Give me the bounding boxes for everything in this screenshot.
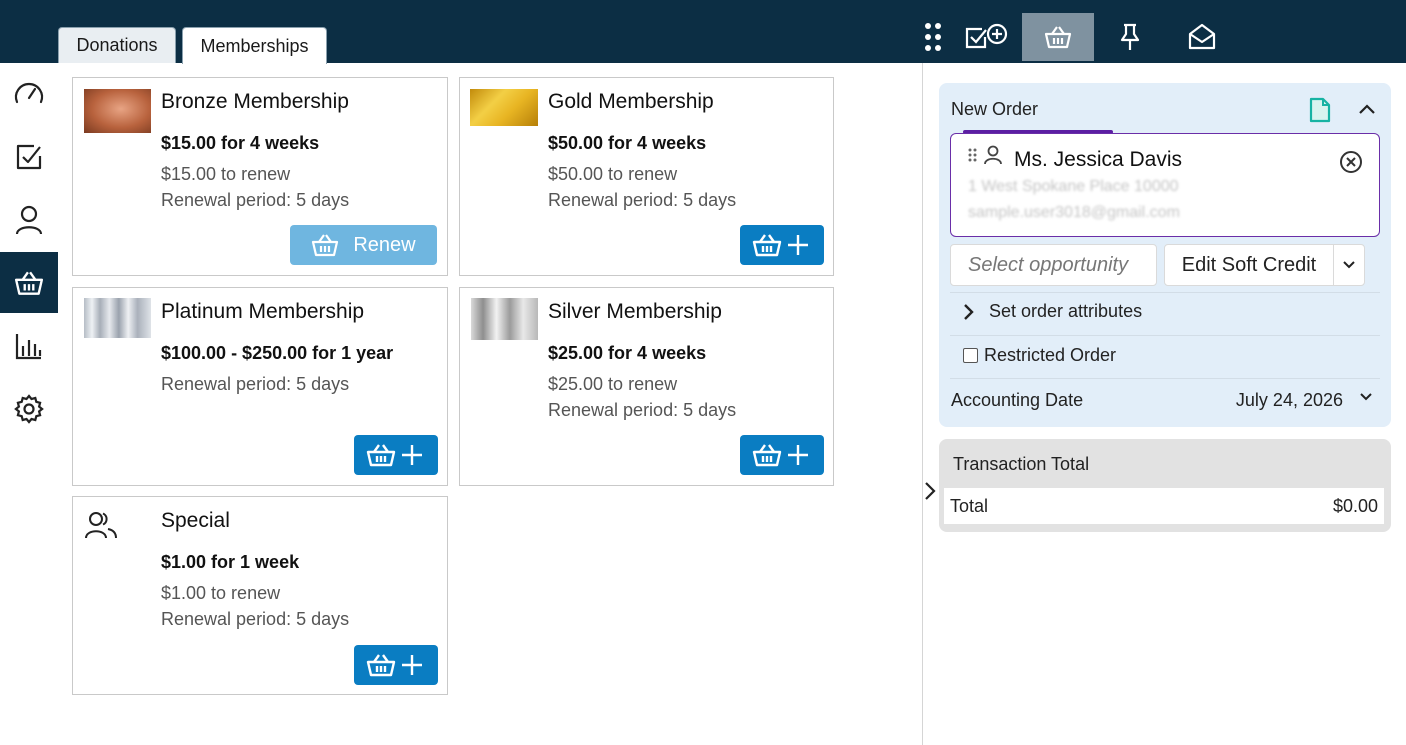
tab-donations[interactable]: Donations: [58, 27, 176, 63]
membership-card-special: Special $1.00 for 1 week $1.00 to renew …: [72, 496, 448, 695]
order-panel: New Order Ms. Jessica Davis 1 West Spoka…: [939, 83, 1391, 427]
accounting-date-label: Accounting Date: [951, 390, 1084, 410]
membership-card-platinum: Platinum Membership $100.00 - $250.00 fo…: [72, 287, 448, 486]
silver-thumbnail: [471, 298, 538, 340]
basket-plus-icon: [752, 234, 808, 257]
transaction-total-panel: Transaction Total Total $0.00: [939, 439, 1391, 532]
add-to-basket-button[interactable]: [354, 645, 438, 685]
separator: [950, 335, 1380, 336]
checkbox-icon: [16, 144, 42, 169]
people-group-icon: [85, 512, 117, 539]
membership-renewal-period: Renewal period: 5 days: [161, 609, 350, 629]
membership-name: Gold Membership: [548, 90, 714, 113]
add-to-basket-button[interactable]: [740, 225, 824, 265]
accounting-date-value[interactable]: July 24, 2026: [1236, 390, 1343, 411]
membership-renew-price: $25.00 to renew: [548, 374, 678, 394]
total-value: $0.00: [1332, 495, 1378, 516]
sidebar: [0, 63, 58, 441]
contact-address: 1 West Spokane Place 10000: [968, 178, 1179, 195]
total-row: Total $0.00: [944, 488, 1384, 524]
membership-renew-price: $1.00 to renew: [161, 583, 281, 603]
membership-renewal-period: Renewal period: 5 days: [161, 190, 350, 210]
separator: [950, 378, 1380, 379]
membership-card-bronze: Bronze Membership $15.00 for 4 weeks $15…: [72, 77, 448, 276]
bar-chart-icon: [15, 333, 42, 359]
membership-renew-price: $15.00 to renew: [161, 164, 291, 184]
separator: [950, 292, 1380, 293]
membership-card-silver: Silver Membership $25.00 for 4 weeks $25…: [459, 287, 834, 486]
add-to-basket-button[interactable]: [740, 435, 824, 475]
collapse-panel-chevron-icon[interactable]: [923, 480, 937, 507]
remove-contact-icon[interactable]: [1339, 150, 1363, 174]
opportunity-select[interactable]: Select opportunity: [950, 244, 1157, 286]
membership-price: $25.00 for 4 weeks: [548, 343, 707, 363]
drag-handle-icon[interactable]: [968, 148, 977, 162]
basket-icon[interactable]: [1022, 13, 1094, 61]
sidebar-item-settings[interactable]: [0, 378, 58, 439]
edit-soft-credit-button[interactable]: Edit Soft Credit: [1164, 244, 1334, 286]
renew-label: Renew: [353, 233, 416, 256]
order-title: New Order: [951, 99, 1039, 119]
basket-icon: [312, 234, 339, 257]
membership-price: $1.00 for 1 week: [161, 552, 300, 572]
membership-renewal-period: Renewal period: 5 days: [548, 190, 737, 210]
platinum-thumbnail: [84, 298, 151, 338]
chevron-down-icon: [1343, 261, 1355, 269]
restricted-order-row: Restricted Order: [963, 345, 1116, 366]
bronze-thumbnail: [84, 89, 151, 133]
person-icon: [984, 145, 1002, 165]
membership-price: $50.00 for 4 weeks: [548, 133, 707, 153]
total-label: Total: [950, 495, 989, 516]
membership-card-gold: Gold Membership $50.00 for 4 weeks $50.0…: [459, 77, 834, 276]
basket-icon: [14, 271, 44, 295]
dashboard-gauge-icon: [14, 82, 44, 103]
sidebar-item-orders[interactable]: [0, 252, 58, 313]
order-attributes-toggle[interactable]: Set order attributes: [963, 301, 1142, 322]
pin-icon[interactable]: [1094, 13, 1166, 61]
contact-name[interactable]: Ms. Jessica Davis: [1014, 148, 1182, 172]
sidebar-item-reports[interactable]: [0, 315, 58, 376]
sidebar-item-tasks[interactable]: [0, 126, 58, 187]
membership-price: $15.00 for 4 weeks: [161, 133, 320, 153]
panel-divider: [922, 63, 923, 745]
gold-thumbnail: [470, 89, 538, 126]
renew-button[interactable]: Renew: [290, 225, 437, 265]
membership-price: $100.00 - $250.00 for 1 year: [161, 343, 394, 363]
contact-card: Ms. Jessica Davis 1 West Spokane Place 1…: [950, 133, 1380, 237]
contact-email: sample.user3018@gmail.com: [968, 204, 1180, 221]
person-icon: [15, 205, 43, 234]
mail-open-icon[interactable]: [1166, 13, 1238, 61]
top-toolbar: [916, 13, 1238, 61]
chevron-up-icon[interactable]: [1358, 103, 1376, 115]
membership-name: Silver Membership: [548, 300, 722, 323]
add-to-basket-button[interactable]: [354, 435, 438, 475]
membership-name: Special: [161, 509, 230, 532]
basket-plus-icon: [366, 444, 422, 467]
membership-renew-price: $50.00 to renew: [548, 164, 678, 184]
sidebar-item-contacts[interactable]: [0, 189, 58, 250]
order-attributes-label: Set order attributes: [989, 301, 1143, 321]
sidebar-item-dashboard[interactable]: [0, 63, 58, 124]
basket-plus-icon: [366, 654, 422, 677]
gear-icon: [14, 393, 44, 424]
chevron-down-icon[interactable]: [1359, 392, 1373, 402]
task-add-icon[interactable]: [950, 13, 1022, 61]
membership-renewal-period: Renewal period: 5 days: [161, 374, 350, 394]
membership-renewal-period: Renewal period: 5 days: [548, 400, 737, 420]
grid-dots-icon[interactable]: [916, 13, 950, 61]
transaction-total-title: Transaction Total: [953, 454, 1090, 474]
document-icon[interactable]: [1309, 97, 1331, 123]
restricted-order-label: Restricted Order: [984, 345, 1117, 365]
restricted-order-checkbox[interactable]: [963, 348, 978, 363]
membership-name: Platinum Membership: [161, 300, 365, 323]
membership-name: Bronze Membership: [161, 90, 349, 113]
tab-memberships[interactable]: Memberships: [182, 27, 327, 64]
soft-credit-dropdown[interactable]: [1333, 244, 1365, 286]
chevron-right-icon: [964, 303, 974, 320]
basket-plus-icon: [752, 444, 808, 467]
